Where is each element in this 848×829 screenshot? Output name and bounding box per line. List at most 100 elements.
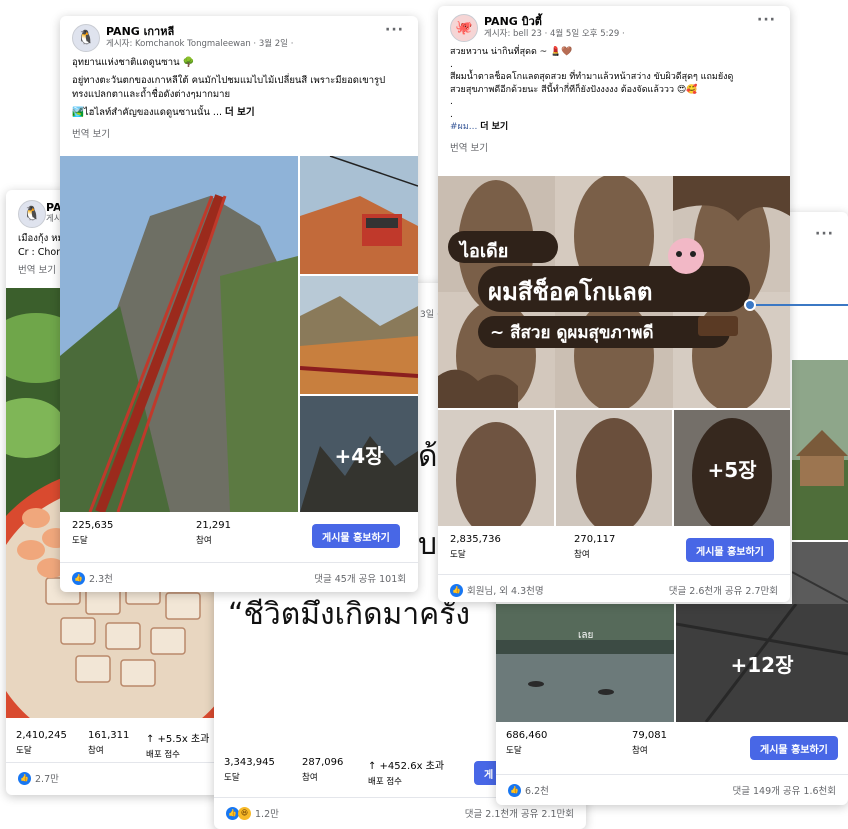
quote-text-fragment: บ	[418, 527, 438, 562]
overlay-subtitle: ~ สีสวย ดูผมสุขภาพดี	[490, 323, 654, 343]
comments-shares[interactable]: 댓글 2.6천개 공유 2.7만회	[669, 583, 778, 597]
score-label: 배포 점수	[146, 750, 180, 760]
score-value: ↑ +452.6x 초과	[368, 761, 445, 772]
reach-label: 도달	[72, 536, 88, 546]
post-footer: 👍 회원님, 외 4.3천명 댓글 2.6천개 공유 2.7만회	[438, 574, 790, 602]
translate-link[interactable]: 번역 보기	[438, 138, 790, 154]
more-photos-overlay[interactable]: +12장	[676, 604, 848, 722]
like-icon: 👍	[72, 571, 85, 585]
more-photos-overlay[interactable]: +5장	[674, 410, 790, 526]
post-photo-more[interactable]: +12장	[676, 604, 848, 722]
distribution-score: ↑ +452.6x 초과 배포 점수	[368, 757, 444, 787]
reach-value: 225,635	[72, 520, 114, 531]
reach-stat: 2,410,245 도달	[16, 730, 67, 756]
boost-post-button[interactable]: 게시물 홍보하기	[750, 736, 838, 760]
comments-shares[interactable]: 댓글 45개 공유 101회	[314, 571, 406, 585]
post-photo-village[interactable]	[792, 360, 848, 540]
like-icon: 👍	[18, 771, 31, 785]
see-more-link[interactable]: 더 보기	[225, 107, 255, 118]
post-text-line: .	[450, 109, 453, 120]
reach-value: 3,343,945	[224, 757, 275, 768]
page-avatar[interactable]: 🐧	[18, 200, 46, 228]
like-icon: 👍	[508, 783, 521, 797]
engagement-stat: 79,081 참여	[632, 730, 667, 756]
boost-post-button[interactable]: 게시물 홍보하기	[312, 524, 400, 548]
post-text-line: .	[450, 97, 453, 107]
engagement-value: 21,291	[196, 520, 231, 531]
post-stats: 2,835,736 도달 270,117 참여 게시물 홍보하기	[438, 530, 790, 576]
post-footer: 👍 6.2천 댓글 149개 공유 1.6천회	[496, 774, 848, 804]
engagement-value: 270,117	[574, 534, 616, 545]
reach-stat: 686,460 도달	[506, 730, 547, 756]
post-header: 🐙 PANG บิวตี้ 게시자: bell 23 · 4월 5일 오후 5:…	[438, 6, 790, 56]
post-stats: 225,635 도달 21,291 참여 게시물 홍보하기	[60, 516, 418, 562]
post-text-line: สวยสุขภาพดีอีกด้วยนะ สีนี้ทำกี่ทีก็ยังปั…	[450, 84, 698, 95]
post-header: 🐧 PANG เกาหลี 게시자: Komchanok Tongmaleewa…	[60, 16, 418, 66]
comments-shares[interactable]: 댓글 2.1천개 공유 2.1만회	[465, 806, 574, 820]
post-photo-hair-3[interactable]	[556, 410, 672, 526]
post-card-hair: 🐙 PANG บิวตี้ 게시자: bell 23 · 4월 5일 오후 5:…	[438, 6, 790, 602]
post-card-mountain: 🐧 PANG เกาหลี 게시자: Komchanok Tongmaleewa…	[60, 16, 418, 592]
post-photo-bridge[interactable]	[300, 276, 418, 394]
see-more-link[interactable]: 더 보기	[480, 122, 508, 132]
reaction-count: 회원님, 외 4.3천명	[467, 586, 544, 597]
post-photo-hair-main[interactable]: ไอเดีย ผมสีช็อคโกแลต ~ สีสวย ดูผมสุขภาพด…	[438, 176, 790, 408]
post-text-line: 🏞️ไฮไลท์สำคัญของแดดูนซานนั้น ...	[72, 107, 222, 118]
reach-label: 도달	[224, 773, 240, 783]
post-photo-stairs[interactable]	[60, 156, 298, 512]
reach-label: 도달	[16, 746, 32, 756]
reaction-summary[interactable]: 👍 😆 1.2만	[226, 806, 279, 820]
post-photo-more[interactable]: +4장	[300, 396, 418, 512]
hair-photo-graphic	[438, 410, 554, 526]
more-options-icon[interactable]: ···	[757, 12, 776, 28]
translate-link[interactable]: 번역 보기	[60, 124, 418, 140]
engagement-value: 79,081	[632, 730, 667, 741]
engagement-stat: 270,117 참여	[574, 534, 615, 560]
engagement-label: 참여	[302, 773, 318, 783]
engagement-stat: 287,096 참여	[302, 757, 343, 783]
reaction-count: 1.2만	[255, 809, 279, 820]
quote-headline: “ชีวิตมึงเกิดมาครั้ง	[228, 597, 471, 632]
post-footer: 👍 2.3천 댓글 45개 공유 101회	[60, 562, 418, 592]
reach-label: 도달	[506, 746, 522, 756]
reach-value: 2,410,245	[16, 730, 67, 741]
post-meta: 게시자: bell 23 · 4월 5일 오후 5:29 ·	[484, 29, 625, 39]
page-avatar[interactable]: 🐧	[72, 24, 100, 52]
reaction-count: 2.3천	[89, 574, 113, 585]
score-value: ↑ +5.5x 초과	[146, 734, 210, 745]
reaction-summary[interactable]: 👍 회원님, 외 4.3천명	[450, 583, 544, 597]
page-avatar[interactable]: 🐙	[450, 14, 478, 42]
boost-post-button[interactable]: 게시물 홍보하기	[686, 538, 774, 562]
more-options-icon[interactable]: ···	[815, 226, 834, 242]
post-photo-river[interactable]: เลย	[496, 604, 674, 722]
post-text-line: ทรงแปลกตาและถ้ำชื่อดังต่างๆมากมาย	[72, 89, 231, 100]
comments-shares[interactable]: 댓글 149개 공유 1.6천회	[733, 783, 836, 797]
engagement-label: 참여	[632, 746, 648, 756]
engagement-label: 참여	[574, 550, 590, 560]
post-photo-cablecar[interactable]	[300, 156, 418, 274]
screenshot-stage: 🐧 PANG หมู 게시 เมืองกุ้ง หมู Cr : Chom 번역…	[0, 0, 848, 829]
reach-stat: 2,835,736 도달	[450, 534, 501, 560]
reaction-count: 6.2천	[525, 786, 549, 797]
post-photo-hair-2[interactable]	[438, 410, 554, 526]
cablecar-photo-graphic	[300, 156, 418, 274]
bridge-photo-graphic	[300, 276, 418, 394]
overlay-title-small: ไอเดีย	[460, 241, 509, 262]
overlay-title-big: ผมสีช็อคโกแลต	[488, 278, 653, 306]
post-text-line: .	[450, 59, 453, 70]
more-photos-overlay[interactable]: +4장	[300, 396, 418, 512]
hair-photo-graphic	[556, 410, 672, 526]
post-footer: 👍 2.7만	[6, 762, 222, 792]
post-photo-more[interactable]: +5장	[674, 410, 790, 526]
engagement-stat: 161,311 참여	[88, 730, 129, 756]
reaction-summary[interactable]: 👍 2.3천	[72, 571, 113, 585]
engagement-label: 참여	[88, 746, 104, 756]
reaction-summary[interactable]: 👍 6.2천	[508, 783, 549, 797]
engagement-label: 참여	[196, 536, 212, 546]
reach-stat: 225,635 도달	[72, 520, 113, 546]
post-text: สวยหวาน น่ากินที่สุดด ~ 💄🤎 . สีผมน้ำตาลช…	[438, 46, 790, 134]
reaction-summary[interactable]: 👍 2.7만	[18, 771, 59, 785]
hashtag-link[interactable]: #ผม...	[450, 122, 477, 132]
more-options-icon[interactable]: ···	[385, 22, 404, 38]
like-icon: 👍	[450, 583, 463, 597]
